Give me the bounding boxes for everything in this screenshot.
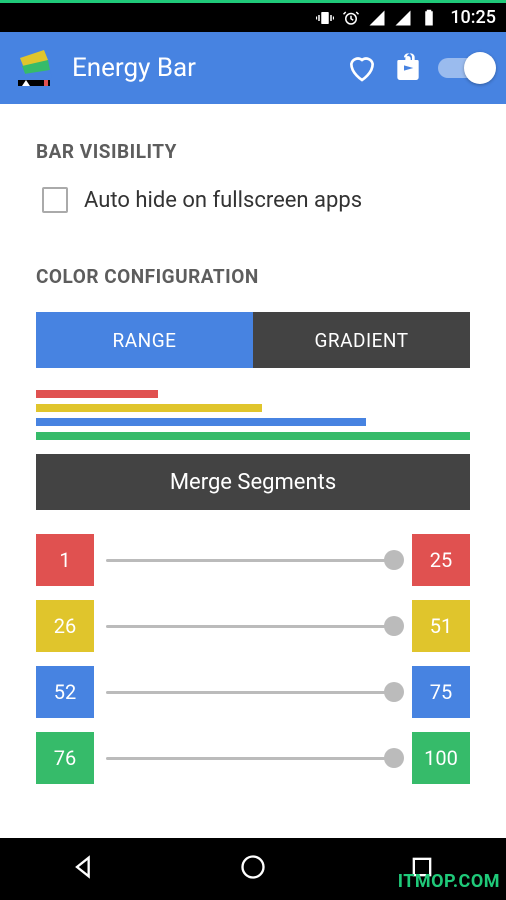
segment-start-value[interactable]: 76 (36, 732, 94, 784)
slider-thumb[interactable] (384, 682, 404, 702)
segment-end-value[interactable]: 25 (412, 534, 470, 586)
segment-slider-3[interactable] (106, 691, 400, 694)
preview-bar-blue (36, 418, 366, 426)
app-logo-icon (14, 46, 58, 90)
watermark: ITMOP.COM (398, 871, 500, 892)
app-title: Energy Bar (72, 53, 332, 83)
segment-end-value[interactable]: 51 (412, 600, 470, 652)
segment-row-3: 52 75 (36, 666, 470, 718)
merge-segments-button[interactable]: Merge Segments (36, 454, 470, 510)
vibrate-icon (316, 9, 334, 27)
main-content: BAR VISIBILITY Auto hide on fullscreen a… (0, 104, 506, 784)
signal-icon-1 (368, 9, 386, 27)
segment-start-value[interactable]: 26 (36, 600, 94, 652)
segment-row-2: 26 51 (36, 600, 470, 652)
segment-row-1: 1 25 (36, 534, 470, 586)
shop-button[interactable] (392, 52, 424, 84)
nav-back-button[interactable] (70, 853, 98, 885)
preview-bar-yellow (36, 404, 262, 412)
alarm-icon (342, 9, 360, 27)
tab-range[interactable]: RANGE (36, 312, 253, 368)
preview-bar-red (36, 390, 158, 398)
signal-icon-2 (394, 9, 412, 27)
segment-bars-preview (36, 390, 470, 440)
master-toggle[interactable] (438, 58, 492, 78)
auto-hide-row[interactable]: Auto hide on fullscreen apps (36, 187, 470, 213)
segment-slider-2[interactable] (106, 625, 400, 628)
slider-thumb[interactable] (384, 748, 404, 768)
battery-icon (420, 9, 438, 27)
tab-gradient[interactable]: GRADIENT (253, 312, 470, 368)
section-header-visibility: BAR VISIBILITY (36, 140, 470, 163)
statusbar: 10:25 (0, 0, 506, 32)
checkbox-auto-hide[interactable] (42, 187, 68, 213)
segment-end-value[interactable]: 75 (412, 666, 470, 718)
segment-end-value[interactable]: 100 (412, 732, 470, 784)
section-header-color: COLOR CONFIGURATION (36, 265, 470, 288)
segment-row-4: 76 100 (36, 732, 470, 784)
nav-home-button[interactable] (239, 853, 267, 885)
segment-sliders: 1 25 26 51 52 75 76 100 (36, 534, 470, 784)
favorite-button[interactable] (346, 52, 378, 84)
slider-thumb[interactable] (384, 616, 404, 636)
preview-bar-green (36, 432, 470, 440)
checkbox-label: Auto hide on fullscreen apps (84, 188, 362, 213)
appbar: Energy Bar (0, 32, 506, 104)
segment-slider-1[interactable] (106, 559, 400, 562)
status-clock: 10:25 (450, 7, 496, 28)
slider-thumb[interactable] (384, 550, 404, 570)
segment-start-value[interactable]: 52 (36, 666, 94, 718)
color-mode-tabs: RANGE GRADIENT (36, 312, 470, 368)
toggle-knob (464, 52, 496, 84)
segment-start-value[interactable]: 1 (36, 534, 94, 586)
segment-slider-4[interactable] (106, 757, 400, 760)
